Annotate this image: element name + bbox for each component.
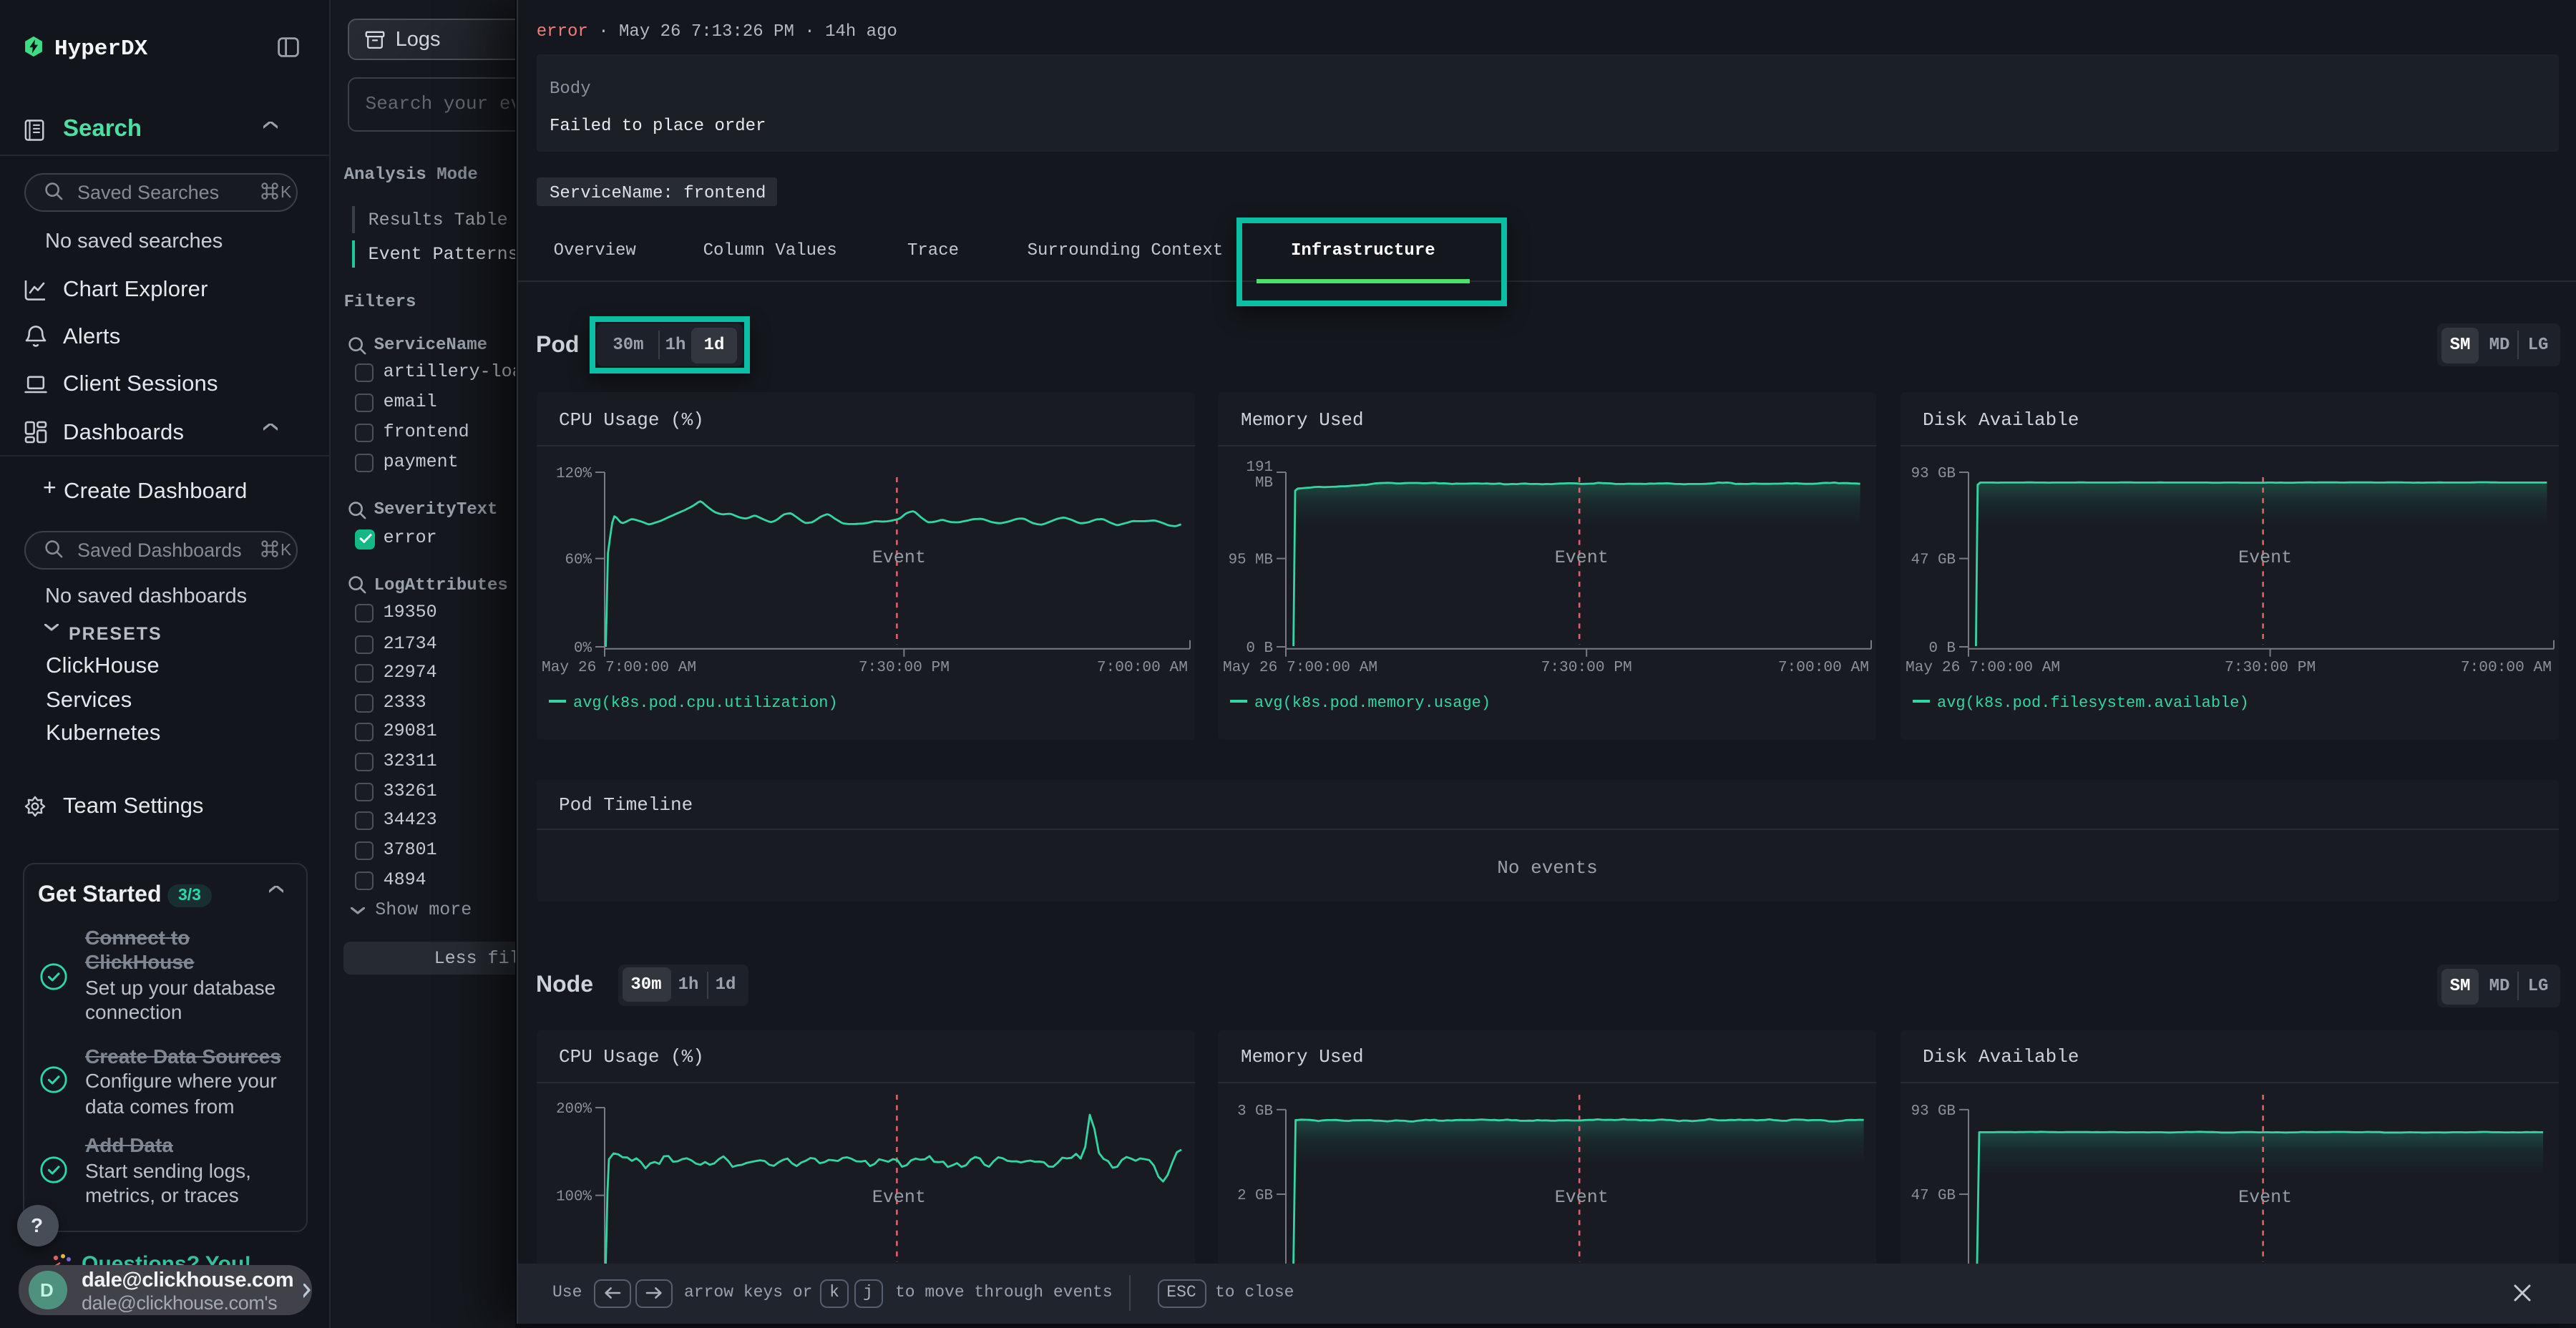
- svg-text:MB: MB: [1255, 475, 1273, 492]
- svg-text:K: K: [280, 182, 292, 200]
- svg-text:avg(k8s.pod.memory.usage): avg(k8s.pod.memory.usage): [1254, 694, 1491, 712]
- svg-text:Event: Event: [872, 1187, 925, 1208]
- svg-text:7:00:00 AM: 7:00:00 AM: [1778, 659, 1869, 676]
- svg-text:0 B: 0 B: [1246, 640, 1273, 657]
- svg-text:avg(k8s.pod.cpu.utilization): avg(k8s.pod.cpu.utilization): [572, 694, 837, 712]
- svg-text:47 GB: 47 GB: [1911, 552, 1955, 569]
- svg-text:Event: Event: [1555, 547, 1609, 568]
- svg-text:Event: Event: [1555, 1187, 1609, 1208]
- svg-text:Event: Event: [872, 547, 925, 568]
- svg-text:2 GB: 2 GB: [1237, 1188, 1273, 1204]
- svg-text:200%: 200%: [555, 1101, 591, 1118]
- svg-text:7:30:00 PM: 7:30:00 PM: [2224, 659, 2315, 676]
- svg-text:3 GB: 3 GB: [1237, 1103, 1273, 1120]
- svg-text:Event: Event: [2238, 1187, 2291, 1208]
- svg-text:7:00:00 AM: 7:00:00 AM: [2460, 659, 2551, 676]
- svg-text:7:00:00 AM: 7:00:00 AM: [1096, 659, 1187, 676]
- svg-text:0 B: 0 B: [1928, 640, 1955, 657]
- svg-text:0%: 0%: [573, 640, 591, 657]
- svg-text:K: K: [280, 540, 292, 558]
- svg-text:93 GB: 93 GB: [1911, 466, 1955, 482]
- svg-text:60%: 60%: [565, 552, 592, 569]
- svg-text:95 MB: 95 MB: [1229, 552, 1273, 569]
- svg-text:191: 191: [1246, 459, 1273, 476]
- svg-text:7:30:00 PM: 7:30:00 PM: [858, 659, 949, 676]
- svg-text:Event: Event: [2238, 547, 2291, 568]
- svg-text:47 GB: 47 GB: [1911, 1188, 1955, 1204]
- svg-text:7:30:00 PM: 7:30:00 PM: [1541, 659, 1632, 676]
- svg-text:May 26 7:00:00 AM: May 26 7:00:00 AM: [1223, 659, 1377, 676]
- svg-text:93 GB: 93 GB: [1911, 1103, 1955, 1120]
- svg-text:May 26 7:00:00 AM: May 26 7:00:00 AM: [1905, 659, 2059, 676]
- svg-text:May 26 7:00:00 AM: May 26 7:00:00 AM: [541, 659, 696, 676]
- svg-text:100%: 100%: [555, 1189, 591, 1206]
- svg-text:avg(k8s.pod.filesystem.availab: avg(k8s.pod.filesystem.available): [1936, 694, 2248, 712]
- svg-text:120%: 120%: [555, 466, 591, 482]
